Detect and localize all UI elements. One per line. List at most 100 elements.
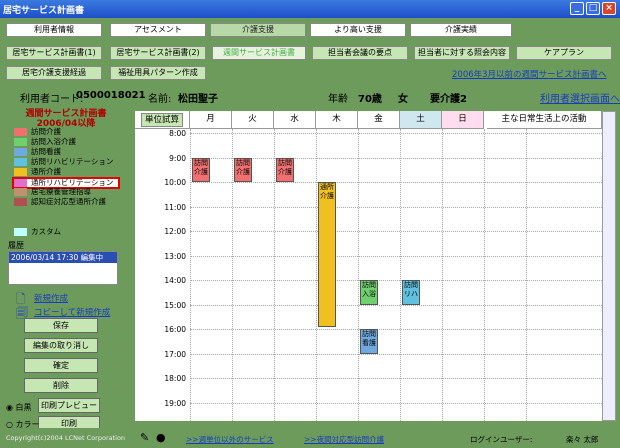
tab-meeting[interactable]: 担当者会議の要点 xyxy=(312,46,408,60)
save-button[interactable]: 保存 xyxy=(24,318,98,333)
copyright: Copyright(c)2004 LCNet Corporation xyxy=(6,434,126,442)
legend-item: 訪問看護 xyxy=(14,147,61,157)
time-label: 15:00 xyxy=(164,300,186,310)
legend-swatch xyxy=(14,158,27,166)
preview-button[interactable]: 印刷プレビュー xyxy=(38,398,100,413)
day-header: 金 xyxy=(358,111,400,129)
legend-item: 認知症対応型通所介護 xyxy=(14,197,106,207)
time-label: 10:00 xyxy=(164,178,186,187)
nav-assessment[interactable]: アセスメント xyxy=(110,23,206,37)
time-label: 13:00 xyxy=(164,251,186,261)
user-label: ログインユーザー: xyxy=(470,435,533,444)
non-weekly-link[interactable]: >>週単位以外のサービス xyxy=(186,434,274,445)
service-event[interactable]: 訪問入浴 xyxy=(360,280,378,305)
day-column-line xyxy=(274,129,275,421)
nav-user-info[interactable]: 利用者情報 xyxy=(6,23,102,37)
calc-button[interactable]: 単位試算 xyxy=(140,113,183,127)
care-level: 要介護2 xyxy=(430,94,467,105)
new-link[interactable]: 新規作成 xyxy=(34,292,68,304)
legend-swatch xyxy=(14,228,27,236)
hour-line xyxy=(190,206,602,208)
login-user: 楽々 太郎 xyxy=(566,435,599,444)
status-bar: Copyright(c)2004 LCNet Corporation ✎ ● >… xyxy=(0,428,620,448)
day-header: 日 xyxy=(442,111,484,129)
left-panel: 週間サービス計画書 2006/04以降 訪問介護 訪問入浴介護 訪問看護 訪問リハビリ… xyxy=(0,106,132,434)
legend-label: 通所介護 xyxy=(31,167,61,176)
weekly-grid[interactable]: 単位試算 月火水木金土日 主な日常生活上の活動 8:00 9:00 10:00 11:… xyxy=(135,111,602,421)
day-column-line xyxy=(484,129,485,421)
time-label: 14:00 xyxy=(164,276,186,285)
legend-item: 居宅療養管理指導 xyxy=(14,187,91,197)
service-event[interactable]: 訪問介護 xyxy=(276,157,294,182)
confirm-button[interactable]: 確定 xyxy=(24,358,98,373)
service-event[interactable]: 訪問リハ xyxy=(402,280,420,305)
tab-careplan[interactable]: ケアプラン xyxy=(516,46,612,60)
legend-item: 訪問入浴介護 xyxy=(14,137,76,147)
day-header: 月 xyxy=(190,111,232,129)
tab-plan2[interactable]: 居宅サービス計画書(2) xyxy=(110,46,206,60)
code-label: 利用者コード: xyxy=(20,94,84,105)
user-code: 0500018021 xyxy=(76,90,146,101)
day-header: 水 xyxy=(274,111,316,129)
maximize-icon[interactable]: □ xyxy=(586,2,600,15)
hour-line xyxy=(190,133,602,134)
service-event[interactable]: 通所介護 xyxy=(318,182,336,327)
user-sex: 女 xyxy=(398,94,408,105)
legend-label: 訪問介護 xyxy=(31,127,61,136)
time-label: 9:00 xyxy=(169,153,186,163)
legend-label: 居宅療養管理指導 xyxy=(31,187,91,196)
minimize-icon[interactable]: _ xyxy=(570,2,584,15)
history-item[interactable]: 2006/03/14 17:30 編集中 xyxy=(9,252,117,263)
window-title: 居宅サービス計画書 xyxy=(3,6,85,16)
cancel-button[interactable]: 編集の取り消し xyxy=(24,338,98,353)
tab-progress[interactable]: 居宅介護支援経過 xyxy=(6,66,102,80)
tab-welfare[interactable]: 福祉用具パターン作成 xyxy=(110,66,206,80)
legend-swatch xyxy=(14,179,27,187)
tab-plan1[interactable]: 居宅サービス計画書(1) xyxy=(6,46,102,60)
legend-item: 訪問リハビリテーション xyxy=(14,157,113,167)
history-list[interactable]: 2006/03/14 17:30 編集中 xyxy=(8,251,118,285)
close-icon[interactable]: × xyxy=(602,2,616,15)
night-visit-link[interactable]: >>夜間対応型訪問介護 xyxy=(304,434,384,445)
legend-label: 訪問看護 xyxy=(31,147,61,156)
legend-label: 認知症対応型通所介護 xyxy=(31,197,106,206)
service-event[interactable]: 訪問介護 xyxy=(192,157,210,182)
hour-line xyxy=(190,378,602,379)
copy-link[interactable]: コピーして新規作成 xyxy=(34,306,110,318)
day-column-line xyxy=(190,129,191,421)
scrollbar[interactable] xyxy=(602,111,616,421)
nav-care-record[interactable]: 介護実績 xyxy=(410,23,512,37)
mono-radio[interactable]: ◉ 白黒 xyxy=(6,402,32,413)
legend-item: 訪問介護 xyxy=(14,127,61,137)
nav-care-support[interactable]: 介護支援 xyxy=(210,23,306,37)
name-label: 名前: xyxy=(148,94,172,105)
tab-weekly-plan[interactable]: 週間サービス計画書 xyxy=(212,46,306,60)
day-column-line xyxy=(400,129,401,421)
select-user-link[interactable]: 利用者選択画面へ xyxy=(540,90,620,105)
day-column-line xyxy=(526,129,527,421)
legend-swatch xyxy=(14,198,27,206)
day-column-line xyxy=(442,129,443,421)
legend-swatch xyxy=(14,188,27,196)
legend-swatch xyxy=(14,148,27,156)
delete-button[interactable]: 削除 xyxy=(24,378,98,393)
service-event[interactable]: 訪問看護 xyxy=(360,329,378,354)
hour-line xyxy=(190,182,602,183)
time-label: 18:00 xyxy=(164,374,186,383)
time-label: 8:00 xyxy=(169,129,186,138)
legend-label: 訪問リハビリテーション xyxy=(31,157,114,166)
time-label: 19:00 xyxy=(164,398,186,408)
time-label: 11:00 xyxy=(164,202,186,212)
day-header: 木 xyxy=(316,111,358,129)
history-label: 履歴 xyxy=(8,241,24,250)
day-column-line xyxy=(316,129,317,421)
service-event[interactable]: 訪問介護 xyxy=(234,157,252,182)
help-icon[interactable]: ● xyxy=(156,431,166,444)
calc-cell: 単位試算 xyxy=(135,111,190,129)
hour-line xyxy=(190,353,602,355)
legend-swatch xyxy=(14,168,27,176)
hour-line xyxy=(190,329,602,330)
tab-inquiry[interactable]: 担当者に対する照会内容 xyxy=(414,46,510,60)
prev-plan-link[interactable]: 2006年3月以前の週間サービス計画書へ xyxy=(452,68,607,80)
nav-higher-support[interactable]: より高い支援 xyxy=(310,23,406,37)
